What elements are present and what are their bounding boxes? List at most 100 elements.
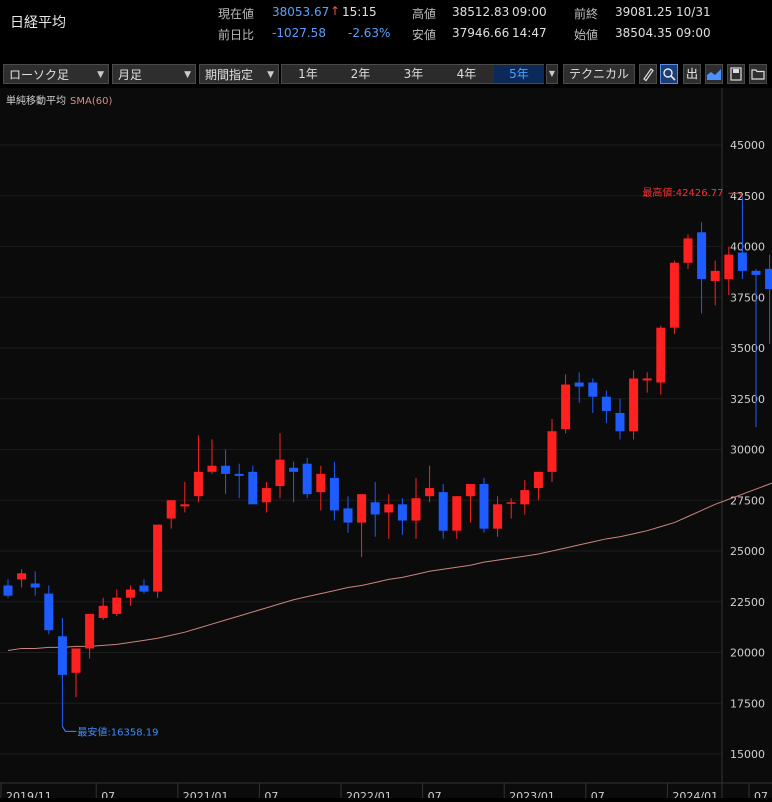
x-tick-label: 2019/11 — [6, 790, 52, 798]
current-label: 現在値 — [218, 7, 255, 21]
candle-body — [710, 270, 720, 282]
candle-body — [221, 465, 231, 474]
y-tick-label: 40000 — [730, 241, 765, 254]
candle-body — [697, 232, 707, 279]
range-dropdown-icon[interactable]: ▼ — [546, 64, 558, 84]
current-time: 15:15 — [342, 5, 377, 19]
x-tick-label: 07 — [754, 790, 768, 798]
candle-body — [17, 573, 27, 580]
candle-body — [629, 378, 639, 432]
candle-body — [683, 238, 693, 263]
chart-area[interactable]: 15000 17500 20000 22500 25000 27500 30000 32500… — [0, 88, 772, 802]
current-value: 38053.67 — [272, 5, 330, 19]
candle-body — [765, 268, 772, 290]
interval-select[interactable]: 月足 ▼ — [112, 64, 196, 84]
range-selector: 1年 2年 3年 4年 5年 — [281, 64, 544, 84]
chevron-down-icon: ▼ — [184, 70, 191, 80]
quote-header: 日経平均 現在値 38053.67 ↑ 15:15 前日比 -1027.58 -… — [0, 0, 772, 56]
technical-button[interactable]: テクニカル — [563, 64, 635, 84]
candle-body — [166, 500, 176, 519]
y-tick-label: 32500 — [730, 393, 765, 406]
low-time: 14:47 — [512, 26, 547, 40]
up-arrow-icon: ↑ — [330, 4, 341, 18]
x-tick-label: 07 — [428, 790, 442, 798]
candle-body — [289, 467, 299, 472]
range-3y-button[interactable]: 3年 — [387, 65, 440, 83]
candle-body — [98, 605, 108, 618]
zoom-icon[interactable] — [660, 64, 678, 84]
y-tick-label: 25000 — [730, 545, 765, 558]
candle-body — [615, 412, 625, 432]
y-tick-label: 15000 — [730, 748, 765, 761]
candle-body — [139, 585, 149, 592]
candle-body — [112, 597, 122, 614]
candle-body — [71, 648, 81, 673]
candle-body — [479, 484, 489, 529]
candle-body — [343, 508, 353, 523]
candle-body — [506, 502, 516, 504]
high-label: 高値 — [412, 7, 437, 21]
prev-close-value: 39081.25 — [615, 5, 673, 19]
y-tick-label: 37500 — [730, 291, 765, 304]
range-2y-button[interactable]: 2年 — [334, 65, 387, 83]
range-4y-button[interactable]: 4年 — [440, 65, 493, 83]
x-tick-label: 07 — [101, 790, 115, 798]
y-tick-label: 27500 — [730, 494, 765, 507]
prev-close-label: 前終 — [574, 7, 599, 21]
candle-body — [329, 477, 339, 511]
save-icon[interactable] — [727, 64, 745, 84]
change-label: 前日比 — [218, 28, 255, 42]
candle-body — [207, 465, 217, 472]
period-select[interactable]: 期間指定 ▼ — [199, 64, 279, 84]
volume-label: 出 — [685, 67, 698, 81]
high-value: 38512.83 — [452, 5, 510, 19]
chart-style-icon[interactable] — [705, 64, 723, 84]
change-pct: -2.63% — [348, 26, 391, 40]
chart-type-select[interactable]: ローソク足 ▼ — [3, 64, 109, 84]
candle-body — [316, 473, 326, 493]
y-tick-label: 30000 — [730, 444, 765, 457]
candle-body — [737, 252, 747, 271]
candle-body — [724, 254, 734, 279]
candle-body — [751, 270, 761, 275]
folder-icon[interactable] — [749, 64, 767, 84]
candlestick-chart[interactable]: 15000 17500 20000 22500 25000 27500 30000 32500… — [0, 88, 772, 802]
candle-body — [642, 378, 652, 381]
candle-body — [397, 504, 407, 521]
range-5y-button[interactable]: 5年 — [494, 65, 544, 83]
max-price-annotation: 最高値:42426.77 — [642, 186, 723, 199]
open-time: 09:00 — [676, 26, 711, 40]
volume-icon[interactable]: 出 — [683, 64, 701, 84]
chevron-down-icon: ▼ — [97, 70, 104, 80]
y-tick-label: 45000 — [730, 139, 765, 152]
indicator-name: 単純移動平均 — [6, 96, 66, 107]
candle-body — [438, 492, 448, 531]
candle-body — [302, 463, 312, 495]
min-price-annotation: 最安値:16358.19 — [77, 725, 158, 738]
candle-body — [193, 471, 203, 497]
candle-body — [44, 593, 54, 631]
low-value: 37946.66 — [452, 26, 510, 40]
candle-body — [357, 494, 367, 523]
range-1y-button[interactable]: 1年 — [282, 65, 334, 83]
candle-body — [533, 471, 543, 489]
sma-line — [7, 482, 772, 651]
min-price-leader — [61, 726, 77, 732]
candle-body — [384, 504, 394, 513]
candle-body — [493, 504, 503, 529]
y-tick-label: 22500 — [730, 596, 765, 609]
candle-body — [3, 585, 13, 596]
y-tick-label: 20000 — [730, 647, 765, 660]
candle-body — [261, 488, 271, 503]
sma-label: SMA(60) — [70, 96, 113, 107]
x-tick-label: 07 — [591, 790, 605, 798]
candle-body — [30, 583, 40, 588]
x-tick-label: 2023/01 — [509, 790, 555, 798]
x-tick-label: 07 — [264, 790, 278, 798]
candle-body — [547, 431, 557, 472]
pencil-icon[interactable] — [639, 64, 657, 84]
candle-body — [574, 382, 584, 387]
candle-body — [275, 459, 285, 487]
period-label: 期間指定 — [205, 68, 254, 82]
candle-body — [656, 327, 666, 383]
